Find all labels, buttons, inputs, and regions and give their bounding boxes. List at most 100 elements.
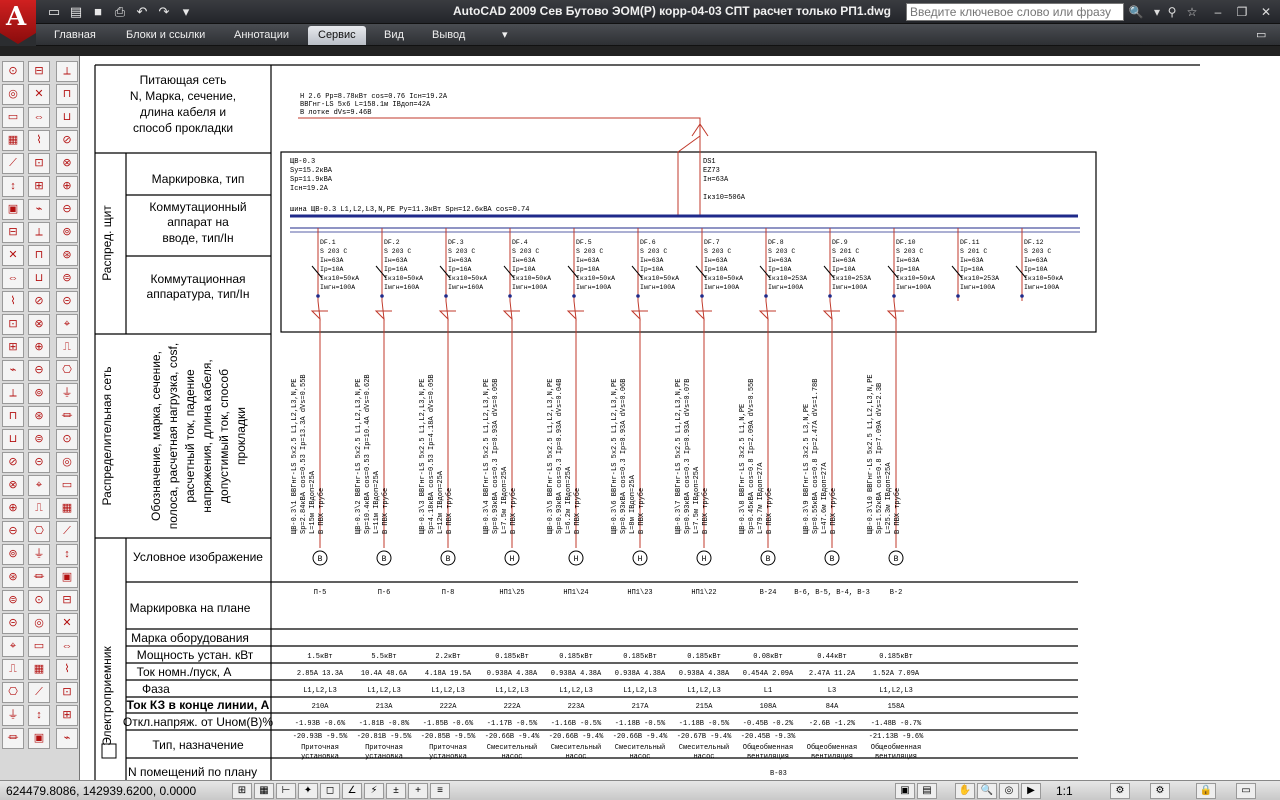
- tool-icon[interactable]: ⊡: [2, 314, 24, 335]
- snap-icon[interactable]: ⊞: [232, 783, 252, 799]
- steering-wheel-icon[interactable]: ◎: [999, 783, 1019, 799]
- tool-icon[interactable]: ◎: [56, 452, 78, 473]
- tool-icon[interactable]: ⊖: [28, 360, 50, 381]
- tab-blocks[interactable]: Блоки и ссылки: [116, 26, 215, 45]
- tool-icon[interactable]: ⟋: [28, 682, 50, 703]
- tool-icon[interactable]: ⊝: [56, 291, 78, 312]
- tool-icon[interactable]: ⊘: [28, 291, 50, 312]
- tool-icon[interactable]: ⌖: [56, 314, 78, 335]
- tool-icon[interactable]: ⊓: [28, 245, 50, 266]
- tool-icon[interactable]: ▣: [28, 728, 50, 749]
- tool-icon[interactable]: ⊙: [28, 590, 50, 611]
- tool-icon[interactable]: ⊚: [28, 383, 50, 404]
- undo-icon[interactable]: ↶: [132, 2, 152, 22]
- tool-icon[interactable]: ◎: [2, 84, 24, 105]
- tool-icon[interactable]: ↕: [56, 544, 78, 565]
- tool-icon[interactable]: ↕: [28, 705, 50, 726]
- tab-service[interactable]: Сервис: [308, 26, 366, 45]
- tool-icon[interactable]: ⊟: [28, 61, 50, 82]
- tool-icon[interactable]: ▦: [2, 130, 24, 151]
- tool-icon[interactable]: ⊘: [2, 452, 24, 473]
- tool-icon[interactable]: ⎍: [28, 498, 50, 519]
- showmotion-icon[interactable]: ▶: [1021, 783, 1041, 799]
- tool-icon[interactable]: ⟂: [28, 222, 50, 243]
- tool-icon[interactable]: ⌇: [2, 291, 24, 312]
- tool-icon[interactable]: ✕: [28, 84, 50, 105]
- tool-icon[interactable]: ⊜: [56, 268, 78, 289]
- tool-icon[interactable]: ⊗: [2, 475, 24, 496]
- qp-icon[interactable]: ≡: [430, 783, 450, 799]
- tool-icon[interactable]: ⏚: [56, 383, 78, 404]
- clean-screen-icon[interactable]: ▭: [1236, 783, 1256, 799]
- model-icon[interactable]: ▣: [895, 783, 915, 799]
- tool-icon[interactable]: ⊛: [28, 406, 50, 427]
- tool-icon[interactable]: ⊝: [28, 452, 50, 473]
- tab-view[interactable]: Вид: [374, 26, 414, 45]
- tool-icon[interactable]: ⊓: [56, 84, 78, 105]
- tool-icon[interactable]: ⏛: [28, 567, 50, 588]
- tool-icon[interactable]: ⊙: [2, 61, 24, 82]
- tool-icon[interactable]: ⊓: [2, 406, 24, 427]
- toolbar-lock-icon[interactable]: 🔒: [1196, 783, 1216, 799]
- tool-icon[interactable]: ⇔: [28, 107, 50, 128]
- redo-icon[interactable]: ↷: [154, 2, 174, 22]
- grid-icon[interactable]: ▦: [254, 783, 274, 799]
- tool-icon[interactable]: ⊔: [28, 268, 50, 289]
- annotation-scale[interactable]: 1:1: [1056, 784, 1073, 798]
- tool-icon[interactable]: ⊜: [28, 429, 50, 450]
- autocad-logo-icon[interactable]: A: [0, 0, 36, 44]
- tool-icon[interactable]: ⇔: [2, 268, 24, 289]
- new-icon[interactable]: ▭: [44, 2, 64, 22]
- tool-icon[interactable]: ⌇: [56, 659, 78, 680]
- tool-icon[interactable]: ▦: [28, 659, 50, 680]
- tool-icon[interactable]: ⎔: [2, 682, 24, 703]
- tool-icon[interactable]: ⊞: [28, 176, 50, 197]
- tool-icon[interactable]: ⎍: [2, 659, 24, 680]
- tool-icon[interactable]: ⊚: [56, 222, 78, 243]
- tool-icon[interactable]: ⊙: [56, 429, 78, 450]
- tool-icon[interactable]: ⊜: [2, 590, 24, 611]
- tool-icon[interactable]: ⊟: [56, 590, 78, 611]
- annotation-visibility-icon[interactable]: ⚙: [1110, 783, 1130, 799]
- ortho-icon[interactable]: ⊢: [276, 783, 296, 799]
- tool-icon[interactable]: ▭: [28, 636, 50, 657]
- dropdown-icon[interactable]: ▾: [176, 2, 196, 22]
- dyn-icon[interactable]: ±: [386, 783, 406, 799]
- otrack-icon[interactable]: ∠: [342, 783, 362, 799]
- tool-icon[interactable]: ⊚: [2, 544, 24, 565]
- tool-icon[interactable]: ⟂: [56, 61, 78, 82]
- ducs-icon[interactable]: ⚡: [364, 783, 384, 799]
- tool-icon[interactable]: ⌇: [28, 130, 50, 151]
- print-icon[interactable]: ⎙: [110, 2, 130, 22]
- zoom-icon[interactable]: 🔍: [977, 783, 997, 799]
- pan-icon[interactable]: ✋: [955, 783, 975, 799]
- tool-icon[interactable]: ⏛: [2, 728, 24, 749]
- polar-icon[interactable]: ✦: [298, 783, 318, 799]
- ribbon-options-icon[interactable]: ▾: [492, 26, 518, 45]
- save-icon[interactable]: ■: [88, 2, 108, 22]
- search-icon[interactable]: 🔍: [1126, 3, 1146, 21]
- tool-icon[interactable]: ▣: [56, 567, 78, 588]
- tool-icon[interactable]: ▭: [2, 107, 24, 128]
- tool-icon[interactable]: ⏚: [28, 544, 50, 565]
- tool-icon[interactable]: ▣: [2, 199, 24, 220]
- osnap-icon[interactable]: ◻: [320, 783, 340, 799]
- tool-icon[interactable]: ⟂: [2, 383, 24, 404]
- tool-icon[interactable]: ▦: [56, 498, 78, 519]
- lwt-icon[interactable]: +: [408, 783, 428, 799]
- tool-icon[interactable]: ⊘: [56, 130, 78, 151]
- tool-icon[interactable]: ⊛: [56, 245, 78, 266]
- tool-icon[interactable]: ⌁: [56, 728, 78, 749]
- tool-icon[interactable]: ⊔: [2, 429, 24, 450]
- tool-icon[interactable]: ⊝: [2, 613, 24, 634]
- maximize-icon[interactable]: ❐: [1232, 3, 1252, 21]
- tool-icon[interactable]: ⊡: [28, 153, 50, 174]
- tool-icon[interactable]: ⊞: [56, 705, 78, 726]
- communication-icon[interactable]: ⚲: [1162, 3, 1182, 21]
- drawing-canvas[interactable]: Питающая сеть N, Марка, сечение, длина к…: [80, 56, 1280, 780]
- tool-icon[interactable]: ⌁: [28, 199, 50, 220]
- tab-annotations[interactable]: Аннотации: [224, 26, 299, 45]
- tool-icon[interactable]: ⊟: [2, 222, 24, 243]
- tool-icon[interactable]: ⊔: [56, 107, 78, 128]
- tool-icon[interactable]: ⌖: [28, 475, 50, 496]
